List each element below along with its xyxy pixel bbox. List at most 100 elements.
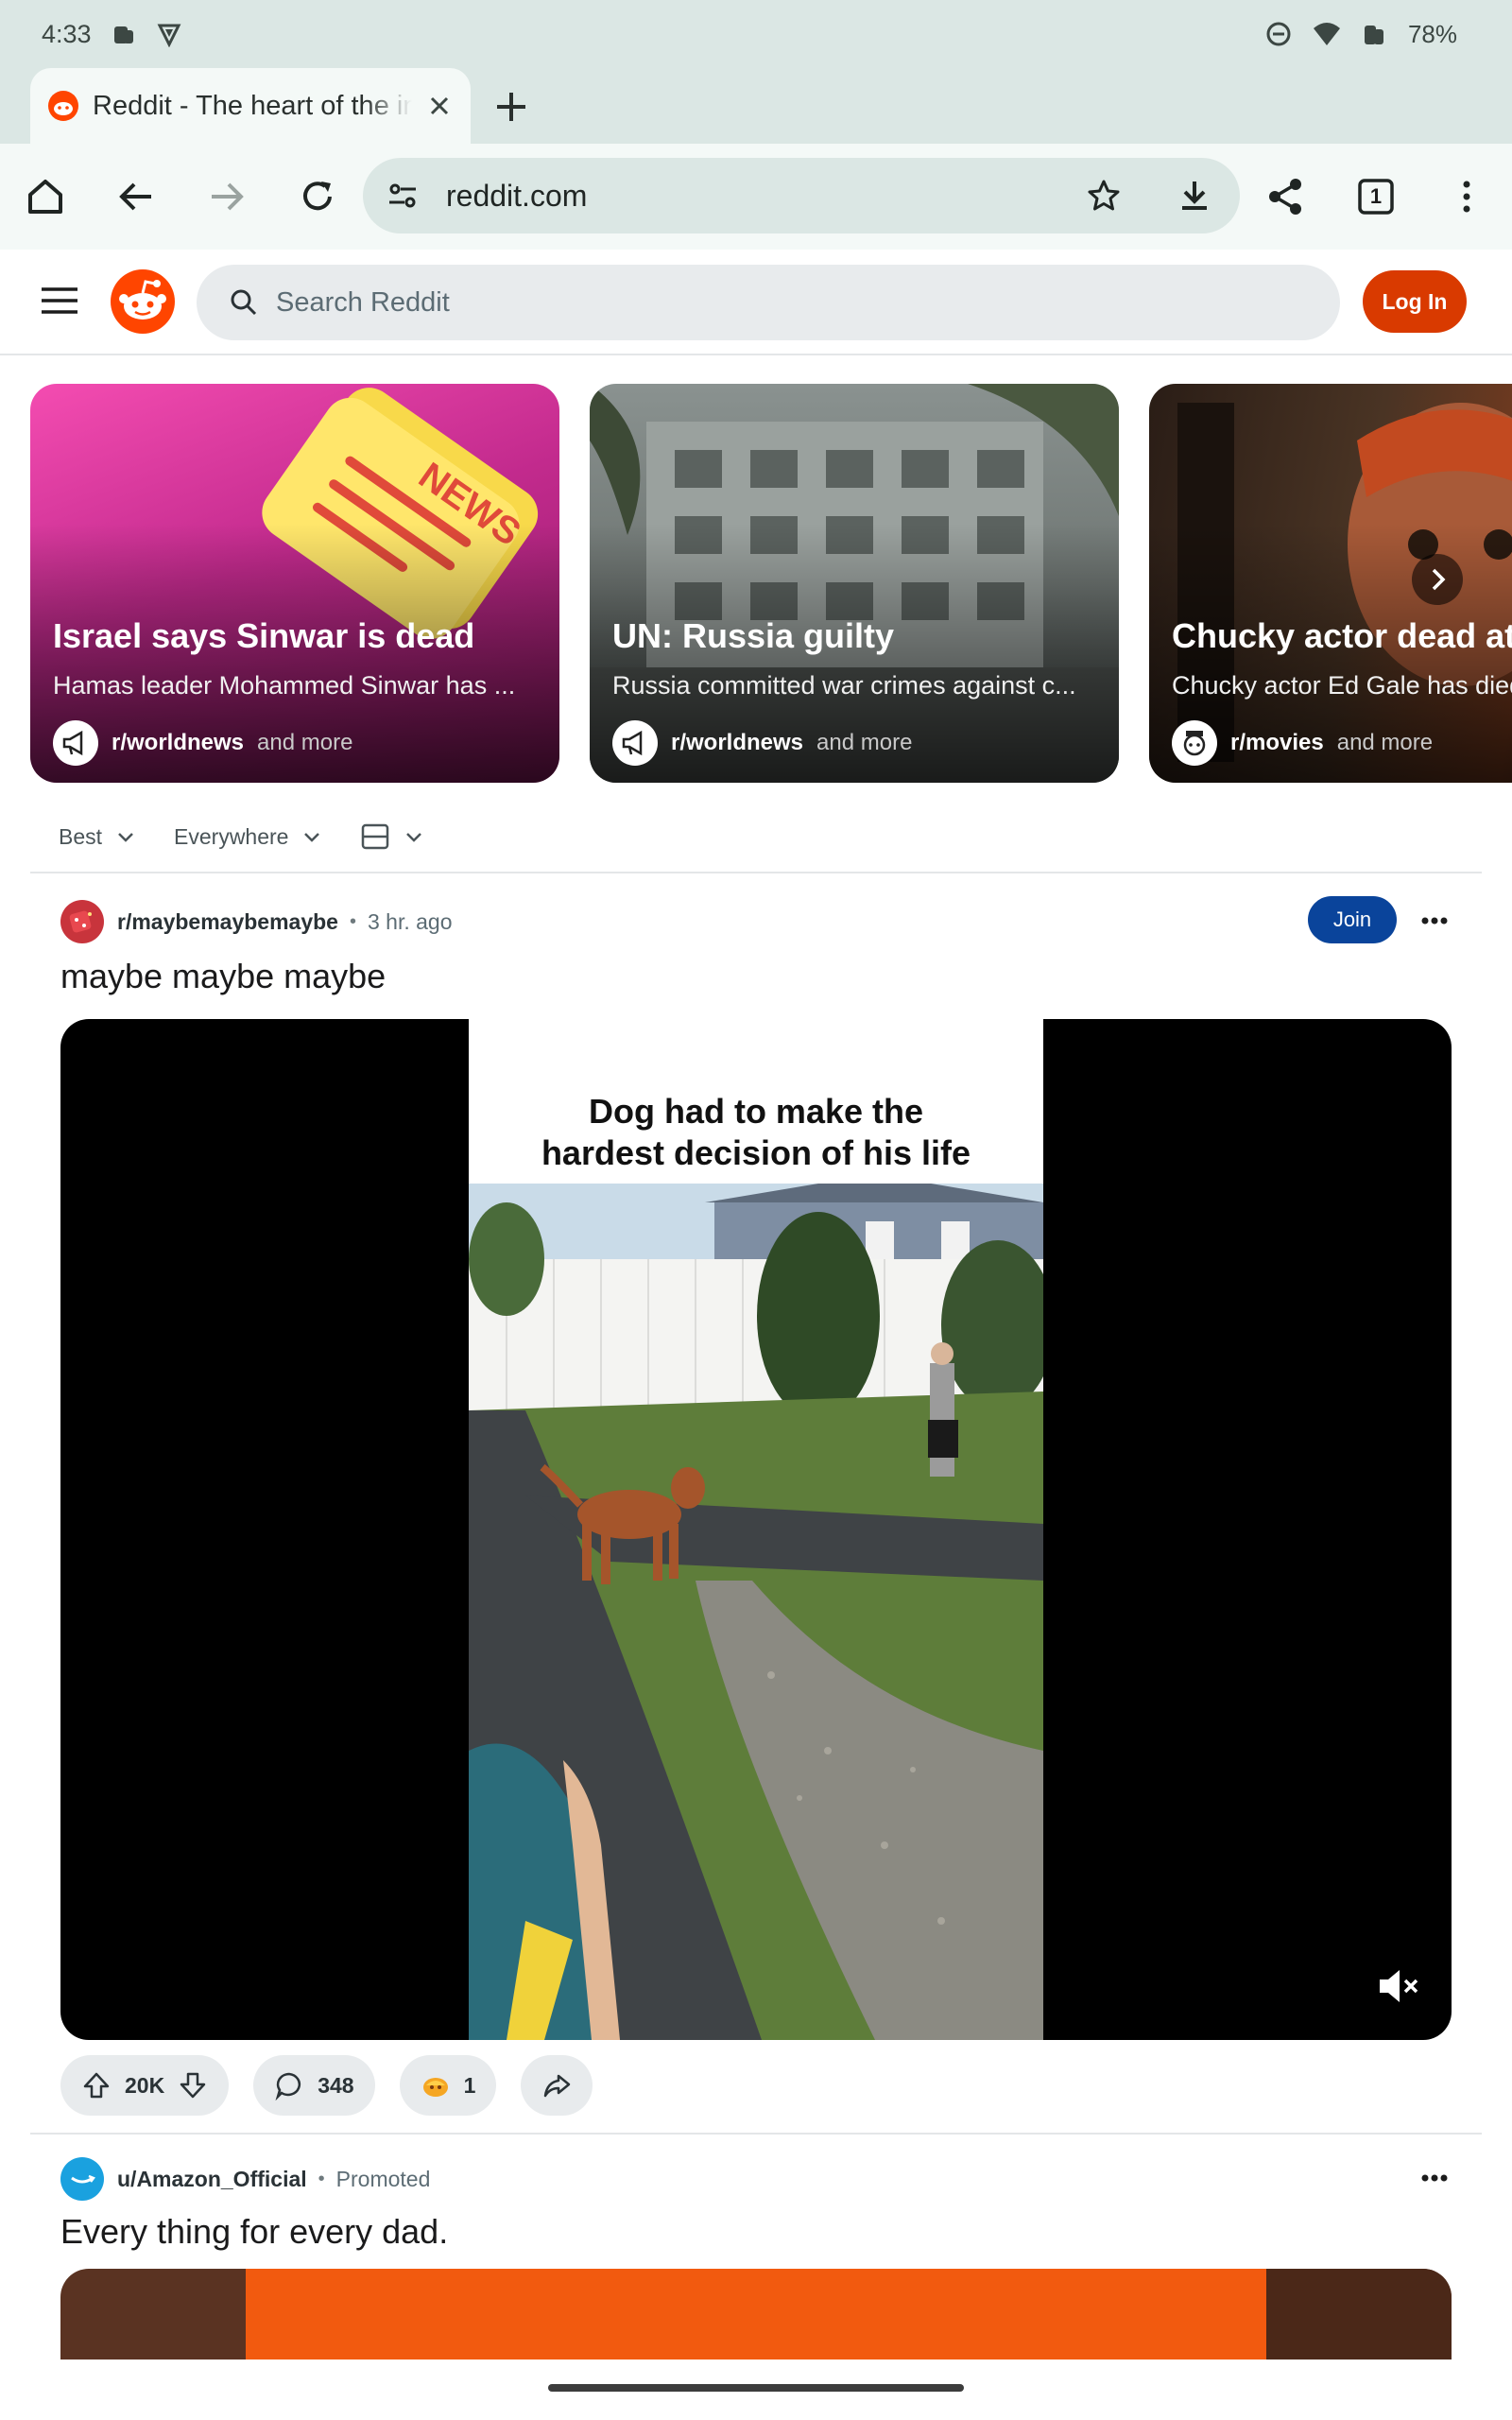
- trending-card[interactable]: NEWS Israel says Sinwar is dead Hamas le…: [30, 384, 559, 783]
- video-scene: [469, 1184, 1043, 2040]
- award-button[interactable]: 1: [399, 2055, 497, 2116]
- url-text[interactable]: reddit.com: [446, 179, 1081, 214]
- star-icon: [1088, 180, 1120, 211]
- download-button[interactable]: [1172, 173, 1217, 218]
- card-title: Israel says Sinwar is dead: [53, 616, 475, 655]
- post-header: r/maybemaybemaybe • 3 hr. ago: [60, 898, 1459, 945]
- tab-count: 1: [1369, 184, 1383, 208]
- post-subreddit[interactable]: r/maybemaybemaybe: [117, 909, 338, 935]
- advertiser-avatar[interactable]: [60, 2157, 104, 2201]
- carousel-next-button[interactable]: [1412, 554, 1463, 605]
- search-input[interactable]: Search Reddit: [197, 265, 1340, 340]
- reload-button[interactable]: [293, 172, 342, 221]
- post-actions: 20K 348 1: [60, 2055, 593, 2116]
- share-arrow-icon: [544, 2074, 571, 2098]
- ad-author[interactable]: u/Amazon_Official: [117, 2167, 307, 2192]
- video-content[interactable]: Dog had to make the hardest decision of …: [469, 1019, 1043, 2040]
- mute-icon[interactable]: [1374, 1962, 1421, 2010]
- more-horiz-icon: [1421, 2174, 1448, 2182]
- menu-icon[interactable]: [38, 282, 81, 320]
- post-time: 3 hr. ago: [367, 908, 453, 934]
- card-subreddit[interactable]: r/movies: [1230, 730, 1324, 756]
- more-horiz-icon: [1421, 917, 1448, 925]
- chevron-down-icon: [304, 833, 320, 842]
- comments-button[interactable]: 348: [253, 2055, 375, 2116]
- award-count: 1: [463, 2072, 476, 2098]
- bookmark-button[interactable]: [1081, 173, 1126, 218]
- share-post-button[interactable]: [521, 2055, 593, 2116]
- address-bar[interactable]: reddit.com: [363, 158, 1240, 233]
- forward-button[interactable]: [202, 172, 251, 221]
- chevron-down-icon: [118, 833, 133, 842]
- post-options-button[interactable]: [1416, 902, 1453, 940]
- browser-menu-button[interactable]: [1442, 172, 1491, 221]
- tab-reddit[interactable]: Reddit - The heart of the internet: [30, 68, 471, 144]
- chevron-right-icon: [1432, 568, 1446, 591]
- view-dropdown[interactable]: [360, 821, 424, 852]
- video-caption-line: Dog had to make the: [588, 1092, 924, 1131]
- sort-label: Best: [59, 823, 103, 849]
- new-tab-icon[interactable]: [490, 85, 533, 129]
- card-subreddit[interactable]: r/worldnews: [112, 730, 244, 756]
- gesture-nav-handle[interactable]: [548, 2384, 964, 2392]
- video-player[interactable]: Dog had to make the hardest decision of …: [60, 1019, 1452, 2040]
- trending-card[interactable]: UN: Russia guilty Russia committed war c…: [590, 384, 1119, 783]
- reload-icon: [303, 182, 332, 211]
- home-icon: [28, 180, 62, 214]
- ad-options-button[interactable]: [1416, 2159, 1453, 2197]
- share-icon: [1269, 179, 1301, 215]
- sort-dropdown[interactable]: Best: [59, 824, 136, 850]
- back-arrow-icon: [119, 182, 151, 211]
- ad-media[interactable]: [60, 2269, 1452, 2360]
- card-description: Chucky actor Ed Gale has died: [1172, 671, 1512, 700]
- browser-toolbar: reddit.com 1: [0, 144, 1512, 250]
- award-icon: [422, 2078, 448, 2097]
- comment-count: 348: [318, 2072, 354, 2098]
- megaphone-icon: [62, 730, 83, 756]
- feed-divider: [30, 2133, 1482, 2135]
- tab-strip: Reddit - The heart of the internet: [0, 68, 1512, 144]
- downvote-icon[interactable]: [178, 2070, 208, 2100]
- chevron-down-icon: [406, 833, 422, 842]
- vote-count: 20K: [125, 2072, 165, 2098]
- card-more: and more: [816, 730, 913, 755]
- clock: 4:33: [42, 19, 92, 48]
- close-tab-icon[interactable]: [425, 92, 454, 120]
- reddit-logo-icon[interactable]: [110, 268, 176, 335]
- video-frame: [469, 1184, 1043, 2040]
- card-description: Russia committed war crimes against c...: [612, 671, 1076, 700]
- tab-title: Reddit - The heart of the internet: [93, 90, 412, 121]
- join-button[interactable]: Join: [1308, 896, 1397, 943]
- ad-title[interactable]: Every thing for every dad.: [60, 2212, 448, 2252]
- card-meta: r/movies and more: [1172, 720, 1433, 766]
- tab-switcher-button[interactable]: 1: [1351, 172, 1400, 221]
- card-subreddit[interactable]: r/worldnews: [671, 730, 803, 756]
- back-button[interactable]: [112, 172, 161, 221]
- subreddit-icon: [53, 720, 98, 766]
- scope-dropdown[interactable]: Everywhere: [174, 824, 322, 850]
- search-icon: [231, 289, 257, 316]
- login-button[interactable]: Log In: [1363, 270, 1467, 333]
- promoted-label: Promoted: [335, 2166, 431, 2191]
- card-title: Chucky actor dead at: [1172, 616, 1512, 655]
- dnd-icon: [1266, 22, 1291, 46]
- status-bar: 4:33 78%: [0, 0, 1512, 68]
- trending-carousel: NEWS Israel says Sinwar is dead Hamas le…: [0, 384, 1512, 785]
- battery-level: 78%: [1407, 19, 1457, 48]
- card-more: and more: [1336, 730, 1434, 755]
- reddit-header: Search Reddit Log In: [0, 250, 1512, 355]
- feed-sort-bar: Best Everywhere: [30, 802, 1482, 873]
- upvote-icon[interactable]: [81, 2070, 112, 2100]
- download-icon: [1182, 182, 1207, 210]
- share-button[interactable]: [1261, 172, 1310, 221]
- card-meta: r/worldnews and more: [612, 720, 912, 766]
- battery-icon: [1364, 26, 1383, 44]
- wifi-icon: [1313, 23, 1340, 45]
- site-settings-icon[interactable]: [386, 179, 420, 213]
- ad-header: u/Amazon_Official • Promoted: [60, 2155, 430, 2203]
- video-caption: Dog had to make the hardest decision of …: [469, 1091, 1043, 1174]
- home-button[interactable]: [21, 172, 70, 221]
- post-title[interactable]: maybe maybe maybe: [60, 957, 386, 996]
- subreddit-avatar[interactable]: [60, 900, 104, 943]
- subreddit-icon: [612, 720, 658, 766]
